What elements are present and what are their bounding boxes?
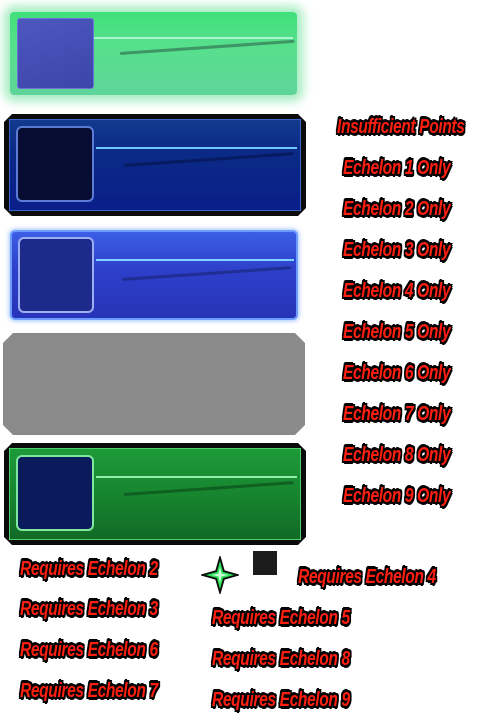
- panel-highlight-stripe: [96, 147, 297, 149]
- echelon-8-only-label: Echelon 8 Only: [343, 444, 451, 466]
- skill-panel-green-glow[interactable]: [10, 12, 297, 95]
- echelon-6-only-label: Echelon 6 Only: [343, 362, 451, 384]
- panel-highlight-stripe: [94, 37, 293, 39]
- skill-panel-green[interactable]: [4, 443, 306, 545]
- dark-square-icon: [253, 551, 277, 575]
- echelon-2-only-label: Echelon 2 Only: [343, 198, 451, 220]
- requires-echelon-6-label: Requires Echelon 6: [20, 639, 158, 661]
- icon-slot: [18, 237, 94, 313]
- echelon-1-only-label: Echelon 1 Only: [343, 157, 451, 179]
- requires-echelon-3-label: Requires Echelon 3: [20, 598, 158, 620]
- requires-echelon-8-label: Requires Echelon 8: [212, 648, 350, 670]
- requires-echelon-9-label: Requires Echelon 9: [212, 689, 350, 711]
- icon-slot: [16, 126, 94, 202]
- panel-highlight-stripe: [96, 259, 294, 261]
- echelon-3-only-label: Echelon 3 Only: [343, 239, 451, 261]
- skill-panel-blue-selected[interactable]: [10, 230, 298, 320]
- requires-echelon-2-label: Requires Echelon 2: [20, 558, 158, 580]
- echelon-9-only-label: Echelon 9 Only: [343, 485, 451, 507]
- requires-echelon-4-label: Requires Echelon 4: [298, 566, 436, 588]
- insufficient-points-label: Insufficient Points: [337, 116, 465, 138]
- panel-crease: [121, 266, 292, 281]
- icon-slot: [17, 18, 94, 89]
- skill-panel-navy[interactable]: [4, 114, 306, 216]
- icon-slot: [16, 455, 94, 531]
- green-four-point-star-icon: [201, 556, 239, 594]
- panel-highlight-stripe: [96, 476, 297, 478]
- echelon-7-only-label: Echelon 7 Only: [343, 403, 451, 425]
- skill-panel-gray-disabled: [3, 333, 305, 435]
- echelon-5-only-label: Echelon 5 Only: [343, 321, 451, 343]
- requires-echelon-5-label: Requires Echelon 5: [212, 607, 350, 629]
- requires-echelon-7-label: Requires Echelon 7: [20, 680, 158, 702]
- echelon-4-only-label: Echelon 4 Only: [343, 280, 451, 302]
- panel-crease: [119, 39, 295, 55]
